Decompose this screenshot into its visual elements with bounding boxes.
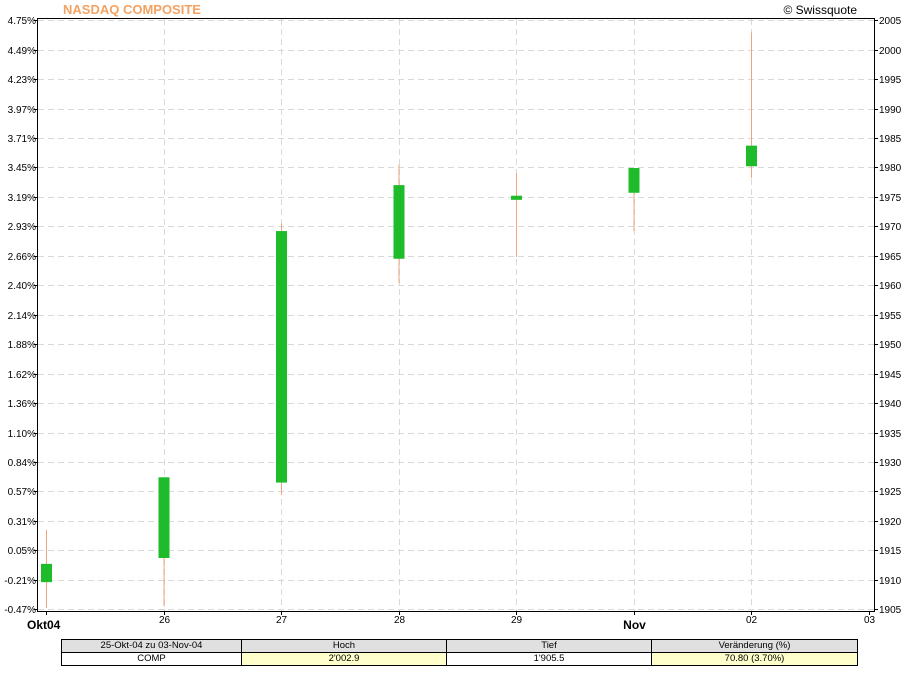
candle-body [41, 563, 52, 583]
y-left-tick-label: 2.14% [8, 311, 36, 322]
y-left-tick-label: 3.19% [8, 193, 36, 204]
stats-low-cell: 1'905.5 [446, 652, 652, 666]
y-right-tick-label: 1940 [879, 399, 902, 410]
candle-body [746, 145, 757, 167]
candle-body [511, 195, 522, 200]
y-left-tick-label: 0.84% [8, 458, 36, 469]
stats-table: 25-Okt-04 zu 03-Nov-04 Hoch Tief Verände… [61, 639, 858, 666]
y-right-tick-label: 1930 [879, 458, 902, 469]
y-left-tick-label: 0.05% [8, 546, 36, 557]
x-tick-label: 02 [746, 615, 758, 626]
y-right-tick-label: 1920 [879, 517, 902, 528]
y-right-tick-label: 1975 [879, 193, 902, 204]
y-right-tick-label: 1990 [879, 105, 902, 116]
y-right-tick-label: 1910 [879, 576, 902, 587]
y-left-tick-label: -0.21% [4, 576, 36, 587]
axis-labels: 4.75% 2005 4.49% 2000 4.23% 1995 3.97% 1990 3.71… [4, 16, 901, 632]
y-right-tick-label: 2005 [879, 16, 902, 27]
y-left-tick-label: 3.97% [8, 105, 36, 116]
stats-data-row: COMP 2'002.9 1'905.5 70.80 (3.70%) [61, 652, 858, 666]
y-right-tick-label: 1925 [879, 487, 902, 498]
candle-body [393, 185, 405, 259]
y-left-tick-label: 3.71% [8, 134, 36, 145]
y-right-tick-label: 1965 [879, 252, 902, 263]
y-right-tick-label: 1955 [879, 311, 902, 322]
y-left-tick-label: 0.57% [8, 487, 36, 498]
stats-change-cell: 70.80 (3.70%) [651, 652, 858, 666]
candle-body [276, 231, 287, 483]
y-left-tick-label: 4.49% [8, 46, 36, 57]
y-left-tick-label: 3.45% [8, 163, 36, 174]
y-left-tick-label: 0.31% [8, 517, 36, 528]
y-left-tick-label: 1.10% [8, 429, 36, 440]
y-left-tick-label: 1.36% [8, 399, 36, 410]
x-tick-label: Okt04 [27, 618, 61, 632]
x-tick-label: Nov [623, 618, 646, 632]
candlestick-chart: 4.75% 2005 4.49% 2000 4.23% 1995 3.97% 1990 3.71… [4, 16, 901, 632]
candle-body [158, 477, 170, 558]
y-right-tick-label: 1950 [879, 340, 902, 351]
stats-high-cell: 2'002.9 [241, 652, 447, 666]
y-left-tick-label: 1.88% [8, 340, 36, 351]
y-right-tick-label: 1995 [879, 75, 902, 86]
stats-period-header: 25-Okt-04 zu 03-Nov-04 [61, 639, 242, 653]
x-tick-label: 28 [394, 615, 406, 626]
y-left-tick-label: 1.62% [8, 370, 36, 381]
y-left-tick-label: -0.47% [4, 605, 36, 616]
y-right-tick-label: 1915 [879, 546, 902, 557]
x-tick-label: 27 [276, 615, 288, 626]
y-left-tick-label: 4.23% [8, 75, 36, 86]
x-tick-label: 26 [159, 615, 171, 626]
candle-body [628, 168, 640, 193]
y-right-tick-label: 1935 [879, 429, 902, 440]
y-left-tick-label: 2.66% [8, 252, 36, 263]
x-tick-label: 29 [511, 615, 523, 626]
y-right-tick-label: 1985 [879, 134, 902, 145]
y-right-tick-label: 1905 [879, 605, 902, 616]
y-right-tick-label: 1960 [879, 281, 902, 292]
stats-header-row: 25-Okt-04 zu 03-Nov-04 Hoch Tief Verände… [61, 639, 858, 653]
y-left-tick-label: 2.40% [8, 281, 36, 292]
y-right-tick-label: 1980 [879, 163, 902, 174]
stats-high-header: Hoch [241, 639, 447, 653]
stats-symbol-cell: COMP [61, 652, 242, 666]
stats-change-header: Veränderung (%) [651, 639, 858, 653]
x-tick-label: 03 [864, 615, 876, 626]
y-right-tick-label: 2000 [879, 46, 902, 57]
y-left-tick-label: 4.75% [8, 16, 36, 27]
y-left-tick-label: 2.93% [8, 222, 36, 233]
y-right-tick-label: 1945 [879, 370, 902, 381]
y-right-tick-label: 1970 [879, 222, 902, 233]
stats-low-header: Tief [446, 639, 652, 653]
